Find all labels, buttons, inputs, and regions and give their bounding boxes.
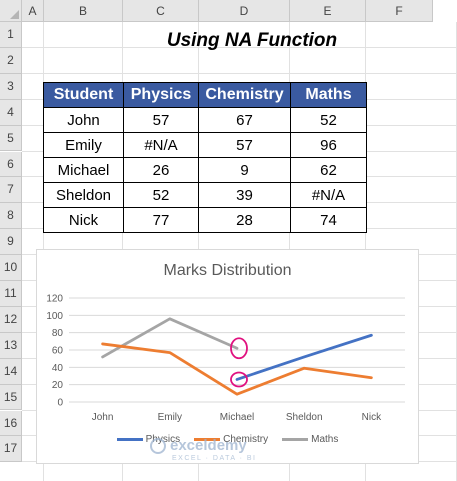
highlight-circle	[230, 337, 248, 360]
table-cell[interactable]: 9	[198, 157, 291, 183]
table-cell[interactable]: 52	[123, 182, 199, 208]
header-cell[interactable]: Student	[43, 82, 124, 108]
column-header[interactable]: B	[44, 0, 123, 22]
header-cell[interactable]: Maths	[290, 82, 367, 108]
row-header[interactable]: 5	[0, 125, 22, 152]
x-tick-label: Emily	[158, 412, 182, 423]
y-tick-label: 60	[52, 346, 64, 357]
legend-swatch	[282, 438, 309, 441]
table-cell[interactable]: Emily	[43, 132, 124, 158]
chart-area[interactable]: Marks Distribution 0 20 40 60 80 100 120 John Em…	[36, 249, 419, 464]
table-row: Sheldon 52 39 #N/A	[43, 182, 367, 208]
table-cell[interactable]: 57	[123, 107, 199, 133]
legend-item-chemistry[interactable]: Chemistry	[194, 434, 268, 445]
sheet-title[interactable]: Using NA Function	[44, 30, 457, 52]
row-header[interactable]: 13	[0, 332, 22, 359]
table-cell[interactable]: 96	[290, 132, 367, 158]
x-tick-label: Michael	[220, 412, 254, 423]
row-header[interactable]: 12	[0, 306, 22, 333]
row-header[interactable]: 16	[0, 410, 22, 437]
chart-legend[interactable]: Physics Chemistry Maths	[37, 434, 418, 445]
row-header[interactable]: 8	[0, 203, 22, 230]
table-cell[interactable]: Sheldon	[43, 182, 124, 208]
row-header[interactable]: 17	[0, 436, 22, 463]
spreadsheet: ABCDEF 1 2 3 4 5 6 7 8 9 10 11 12 13 14 15 16 17 Using N…	[0, 0, 457, 481]
select-all-icon	[10, 10, 19, 19]
marks-table: Student Physics Chemistry Maths John 57 …	[43, 82, 367, 233]
header-cell[interactable]: Physics	[123, 82, 199, 108]
table-cell[interactable]: 74	[290, 207, 367, 233]
row-header[interactable]: 15	[0, 384, 22, 411]
table-cell[interactable]: #N/A	[290, 182, 367, 208]
legend-label: Chemistry	[223, 434, 269, 445]
table-cell[interactable]: 77	[123, 207, 199, 233]
y-tick-label: 40	[52, 363, 64, 374]
legend-label: Physics	[145, 434, 181, 445]
row-header[interactable]: 4	[0, 99, 22, 126]
table-row: Emily #N/A 57 96	[43, 132, 367, 158]
x-tick-label: Sheldon	[286, 412, 323, 423]
table-cell[interactable]: #N/A	[123, 132, 199, 158]
column-header[interactable]: A	[22, 0, 44, 22]
y-tick-label: 100	[46, 311, 63, 322]
table-row: Michael 26 9 62	[43, 157, 367, 183]
y-tick-label: 80	[52, 328, 64, 339]
row-header[interactable]: 7	[0, 177, 22, 204]
y-tick-label: 120	[46, 294, 63, 305]
table-cell[interactable]: John	[43, 107, 124, 133]
select-all-corner[interactable]	[0, 0, 22, 22]
row-header[interactable]: 2	[0, 47, 22, 74]
table-cell[interactable]: 52	[290, 107, 367, 133]
y-tick-label: 20	[52, 380, 64, 391]
legend-label: Maths	[311, 434, 339, 445]
series-line-physics	[235, 333, 373, 381]
table-cell[interactable]: 57	[198, 132, 291, 158]
row-header[interactable]: 9	[0, 229, 22, 256]
table-cell[interactable]: 67	[198, 107, 291, 133]
table-row: John 57 67 52	[43, 107, 367, 133]
column-header[interactable]: F	[366, 0, 433, 22]
x-tick-label: John	[92, 412, 114, 423]
column-header[interactable]: E	[290, 0, 366, 22]
header-cell[interactable]: Chemistry	[198, 82, 291, 108]
table-cell[interactable]: 39	[198, 182, 291, 208]
table-cell[interactable]: 62	[290, 157, 367, 183]
row-header[interactable]: 1	[0, 22, 22, 48]
legend-swatch	[116, 438, 143, 441]
row-header[interactable]: 6	[0, 151, 22, 178]
table-cell[interactable]: 26	[123, 157, 199, 183]
column-header[interactable]: C	[123, 0, 199, 22]
row-header[interactable]: 10	[0, 255, 22, 281]
x-tick-label: Nick	[362, 412, 382, 423]
row-header[interactable]: 14	[0, 358, 22, 385]
legend-swatch	[194, 438, 221, 441]
legend-item-physics[interactable]: Physics	[116, 434, 181, 445]
line-chart[interactable]: 0 20 40 60 80 100 120 John Emily Michael Sheldon Ni…	[37, 250, 418, 463]
column-header[interactable]: D	[199, 0, 290, 22]
table-row: Nick 77 28 74	[43, 207, 367, 233]
table-cell[interactable]: Nick	[43, 207, 124, 233]
row-header[interactable]: 11	[0, 281, 22, 307]
y-tick-label: 0	[57, 398, 63, 409]
legend-item-maths[interactable]: Maths	[282, 434, 338, 445]
table-cell[interactable]: Michael	[43, 157, 124, 183]
row-header[interactable]: 3	[0, 73, 22, 100]
table-header-row: Student Physics Chemistry Maths	[43, 82, 367, 108]
table-cell[interactable]: 28	[198, 207, 291, 233]
